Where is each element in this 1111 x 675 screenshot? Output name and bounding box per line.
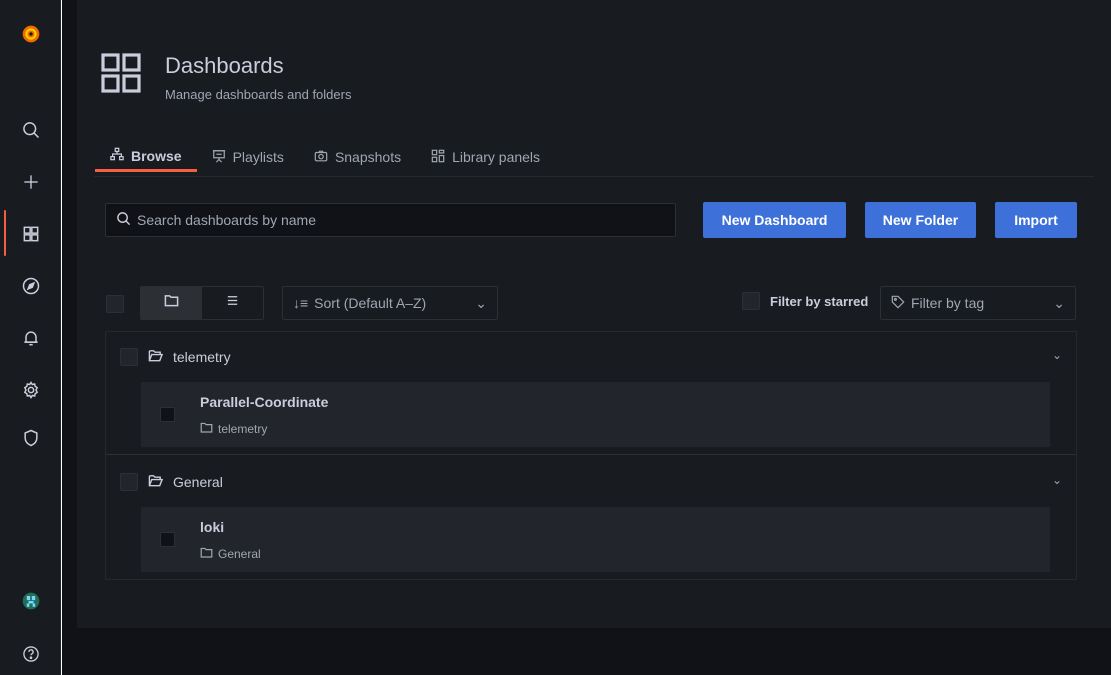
- folder-open-icon: [148, 473, 164, 491]
- compass-icon[interactable]: [15, 270, 47, 302]
- search-icon[interactable]: [15, 114, 47, 146]
- grafana-logo-icon[interactable]: [15, 18, 47, 50]
- filter-starred[interactable]: Filter by starred: [742, 292, 868, 310]
- tab-bar: Browse Playlists Snapshots Library panel…: [95, 142, 555, 176]
- view-mode-toggle: [140, 286, 264, 320]
- dashboard-checkbox[interactable]: [160, 407, 175, 422]
- camera-icon: [314, 149, 328, 166]
- sort-label: Sort (Default A–Z): [314, 295, 427, 311]
- dashboard-title[interactable]: loki: [200, 519, 224, 535]
- tag-icon: [891, 295, 905, 312]
- folder-open-icon: [148, 348, 164, 366]
- new-dashboard-button[interactable]: New Dashboard: [703, 202, 846, 238]
- select-all-checkbox[interactable]: [106, 295, 124, 313]
- dashboard-folder: General: [200, 546, 261, 562]
- sitemap-icon: [110, 147, 124, 164]
- list-icon: [225, 293, 240, 313]
- folder-header[interactable]: General: [120, 471, 223, 493]
- chevron-down-icon[interactable]: ⌄: [1052, 348, 1062, 362]
- sort-icon: ↓≡: [293, 295, 309, 311]
- dashboard-folder: telemetry: [200, 421, 267, 437]
- folder-divider: [106, 454, 1076, 455]
- tab-divider: [94, 176, 1094, 177]
- dashboard-checkbox[interactable]: [160, 532, 175, 547]
- chevron-down-icon: ⌄: [1053, 294, 1065, 311]
- plus-icon[interactable]: [15, 166, 47, 198]
- tab-library-panels[interactable]: Library panels: [416, 142, 555, 172]
- chevron-down-icon[interactable]: ⌄: [1052, 473, 1062, 487]
- import-button[interactable]: Import: [995, 202, 1077, 238]
- tab-label: Library panels: [452, 149, 541, 165]
- tab-label: Snapshots: [334, 149, 402, 165]
- folder-view-button[interactable]: [141, 287, 202, 319]
- folder-icon: [200, 546, 213, 562]
- library-panels-icon: [431, 149, 445, 166]
- folder-checkbox[interactable]: [120, 473, 138, 491]
- folder-name: General: [173, 474, 223, 490]
- folder-label: telemetry: [218, 422, 268, 436]
- folder-header[interactable]: telemetry: [120, 346, 231, 368]
- folder-icon: [200, 421, 213, 437]
- tab-label: Browse: [131, 147, 182, 164]
- search-icon: [116, 211, 131, 229]
- search-input[interactable]: Search dashboards by name: [105, 203, 676, 237]
- presentation-icon: [212, 149, 226, 166]
- chevron-down-icon: ⌄: [475, 294, 487, 311]
- app: Dashboards Manage dashboards and folders…: [0, 0, 1111, 675]
- tag-filter-label: Filter by tag: [911, 295, 985, 311]
- avatar[interactable]: [15, 585, 47, 617]
- list-view-button[interactable]: [202, 287, 263, 319]
- question-circle-icon[interactable]: [15, 638, 47, 670]
- shield-icon[interactable]: [15, 422, 47, 454]
- main-area: Dashboards Manage dashboards and folders…: [62, 0, 1111, 675]
- page-title: Dashboards: [165, 53, 284, 78]
- dashboard-title[interactable]: Parallel-Coordinate: [200, 394, 328, 410]
- sidebar: [0, 0, 61, 675]
- dashboard-item[interactable]: Parallel-Coordinate telemetry: [141, 382, 1050, 447]
- folder-checkbox[interactable]: [120, 348, 138, 366]
- folder-icon: [164, 293, 179, 313]
- tab-label: Playlists: [232, 149, 284, 165]
- apps-grid-icon: [97, 49, 145, 97]
- starred-label: Filter by starred: [770, 293, 869, 309]
- search-placeholder: Search dashboards by name: [137, 212, 316, 228]
- dashboard-item[interactable]: loki General: [141, 507, 1050, 572]
- sidebar-active-indicator: [4, 210, 6, 256]
- page-subtitle: Manage dashboards and folders: [165, 87, 352, 102]
- page-content: Dashboards Manage dashboards and folders…: [77, 0, 1111, 628]
- tab-snapshots[interactable]: Snapshots: [299, 142, 416, 172]
- apps-grid-icon[interactable]: [15, 218, 47, 250]
- folder-label: General: [218, 547, 261, 561]
- results-list: telemetry ⌄ Parallel-Coordinate telemetr…: [105, 331, 1077, 580]
- tab-browse[interactable]: Browse: [95, 142, 197, 172]
- tag-filter-select[interactable]: Filter by tag ⌄: [880, 286, 1076, 320]
- bell-icon[interactable]: [15, 322, 47, 354]
- folder-name: telemetry: [173, 349, 231, 365]
- starred-checkbox[interactable]: [742, 292, 760, 310]
- new-folder-button[interactable]: New Folder: [865, 202, 976, 238]
- tab-playlists[interactable]: Playlists: [197, 142, 299, 172]
- gear-icon[interactable]: [15, 374, 47, 406]
- sort-select[interactable]: ↓≡ Sort (Default A–Z) ⌄: [282, 286, 498, 320]
